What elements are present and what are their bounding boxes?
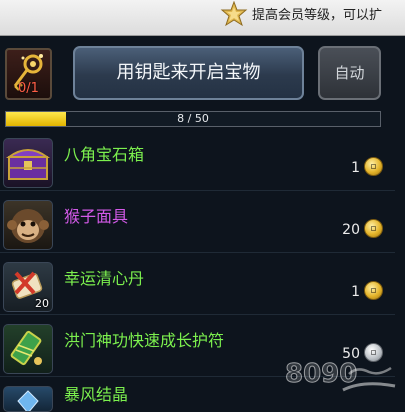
talisman-icon	[3, 324, 53, 374]
list-item[interactable]: 20 幸运清心丹 1	[0, 255, 395, 315]
vip-crown-icon	[220, 1, 248, 27]
item-name: 八角宝石箱	[64, 145, 145, 164]
progress-text: 8 / 50	[177, 112, 209, 125]
gold-coin-icon	[364, 219, 383, 238]
item-name: 猴子面具	[64, 207, 129, 226]
pill-scroll-icon: 20	[3, 262, 53, 312]
vip-banner-text: 提高会员等级，可以扩	[252, 8, 383, 23]
item-quantity: 1	[351, 284, 360, 300]
item-name: 幸运清心丹	[64, 269, 145, 288]
monkey-mask-icon	[3, 200, 53, 250]
item-quantity: 20	[342, 222, 360, 238]
vip-banner: 提高会员等级，可以扩	[0, 0, 405, 36]
open-with-key-button[interactable]: 用钥匙来开启宝物	[73, 46, 304, 100]
watermark-text: 8090	[285, 359, 357, 389]
list-item[interactable]: 八角宝石箱 1	[0, 131, 395, 191]
site-watermark-logo: 8090	[285, 359, 396, 392]
key-slot[interactable]: 0/1	[5, 48, 52, 100]
list-item[interactable]: 猴子面具 20	[0, 193, 395, 253]
item-quantity: 1	[351, 160, 360, 176]
auto-button[interactable]: 自动	[318, 46, 381, 100]
item-name: 洪门神功快速成长护符	[64, 331, 225, 350]
key-count: 0/1	[18, 81, 39, 96]
purple-treasure-chest-icon	[3, 138, 53, 188]
gold-coin-icon	[364, 157, 383, 176]
item-name: 暴风结晶	[64, 385, 129, 404]
gold-coin-icon	[364, 281, 383, 300]
item-stack-badge: 20	[35, 297, 49, 310]
crystal-icon	[3, 386, 53, 412]
open-progress-bar: 8 / 50	[5, 111, 381, 127]
